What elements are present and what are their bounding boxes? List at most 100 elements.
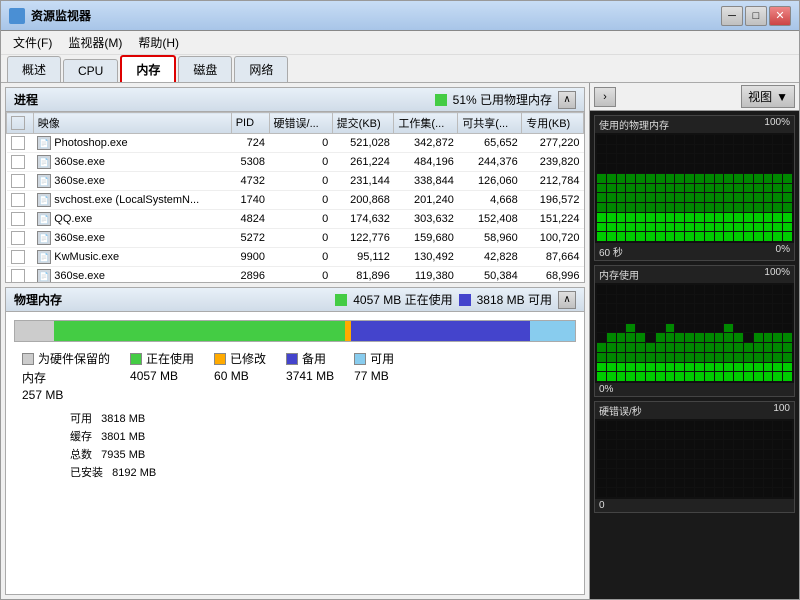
grid-cell xyxy=(734,363,743,372)
col-working[interactable]: 工作集(... xyxy=(394,113,458,134)
graph1-min: 0% xyxy=(776,244,790,259)
grid-cell xyxy=(715,324,724,333)
grid-cell xyxy=(695,285,704,294)
grid-cell xyxy=(666,372,675,381)
grid-cell xyxy=(695,145,704,154)
row-checkbox[interactable] xyxy=(7,229,34,248)
grid-cell xyxy=(597,363,606,372)
grid-cell xyxy=(607,421,616,430)
grid-cell xyxy=(656,304,665,313)
grid-cell xyxy=(705,333,714,342)
grid-cell xyxy=(597,488,606,497)
grid-cell xyxy=(597,440,606,449)
row-name: 📄QQ.exe xyxy=(33,210,231,229)
grid-cell xyxy=(715,154,724,163)
row-shareable: 126,060 xyxy=(458,172,522,191)
memory-collapse-button[interactable]: ∧ xyxy=(558,291,576,309)
row-checkbox[interactable] xyxy=(7,267,34,283)
col-commit[interactable]: 提交(KB) xyxy=(332,113,394,134)
bar-hardware xyxy=(15,321,54,341)
grid-cell xyxy=(754,440,763,449)
grid-cell xyxy=(666,135,675,144)
grid-cell xyxy=(656,295,665,304)
grid-cell xyxy=(666,421,675,430)
grid-cell xyxy=(617,450,626,459)
grid-cell xyxy=(744,154,753,163)
grid-cell xyxy=(734,479,743,488)
row-working: 119,380 xyxy=(394,267,458,283)
grid-cell xyxy=(744,223,753,232)
row-checkbox[interactable] xyxy=(7,134,34,153)
grid-cell xyxy=(666,333,675,342)
graph3-max: 100 xyxy=(773,403,790,418)
grid-cell xyxy=(646,353,655,362)
grid-cell xyxy=(666,460,675,469)
grid-cell xyxy=(734,203,743,212)
grid-cell xyxy=(724,285,733,294)
col-image[interactable]: 映像 xyxy=(33,113,231,134)
row-checkbox[interactable] xyxy=(7,172,34,191)
tab-overview[interactable]: 概述 xyxy=(7,56,61,82)
right-expand-button[interactable]: › xyxy=(594,87,616,107)
menu-help[interactable]: 帮助(H) xyxy=(130,32,187,53)
legend-free: 可用 77 MB xyxy=(354,350,394,402)
grid-cell xyxy=(607,440,616,449)
menu-file[interactable]: 文件(F) xyxy=(5,32,60,53)
grid-cell xyxy=(636,193,645,202)
row-hardfault: 0 xyxy=(269,267,332,283)
process-table-wrapper[interactable]: 映像 PID 硬错误/... 提交(KB) 工作集(... 可共享(... 专用… xyxy=(6,112,584,282)
grid-cell xyxy=(724,488,733,497)
row-checkbox[interactable] xyxy=(7,248,34,267)
table-row[interactable]: 📄360se.exe 4732 0 231,144 338,844 126,06… xyxy=(7,172,584,191)
row-checkbox[interactable] xyxy=(7,153,34,172)
maximize-button[interactable]: □ xyxy=(745,6,767,26)
grid-cell xyxy=(685,431,694,440)
grid-cell xyxy=(695,324,704,333)
tab-cpu[interactable]: CPU xyxy=(63,59,118,82)
row-private: 212,784 xyxy=(522,172,584,191)
col-hardfault[interactable]: 硬错误/... xyxy=(269,113,332,134)
available-icon xyxy=(459,294,471,306)
menu-monitor[interactable]: 监视器(M) xyxy=(60,32,130,53)
grid-cell xyxy=(705,295,714,304)
grid-cell xyxy=(656,488,665,497)
table-row[interactable]: 📄QQ.exe 4824 0 174,632 303,632 152,408 1… xyxy=(7,210,584,229)
close-button[interactable]: ✕ xyxy=(769,6,791,26)
table-row[interactable]: 📄360se.exe 5272 0 122,776 159,680 58,960… xyxy=(7,229,584,248)
grid-cell xyxy=(773,353,782,362)
grid-cell xyxy=(764,285,773,294)
tab-memory[interactable]: 内存 xyxy=(120,55,176,82)
table-row[interactable]: 📄360se.exe 5308 0 261,224 484,196 244,37… xyxy=(7,153,584,172)
row-checkbox[interactable] xyxy=(7,191,34,210)
grid-cell xyxy=(607,343,616,352)
tab-disk[interactable]: 磁盘 xyxy=(178,56,232,82)
grid-cell xyxy=(695,488,704,497)
col-pid[interactable]: PID xyxy=(231,113,269,134)
grid-cell xyxy=(724,324,733,333)
process-collapse-button[interactable]: ∧ xyxy=(558,91,576,109)
row-name: 📄360se.exe xyxy=(33,229,231,248)
grid-cell xyxy=(724,333,733,342)
view-button[interactable]: 视图 ▼ xyxy=(741,85,795,108)
grid-cell xyxy=(734,184,743,193)
minimize-button[interactable]: ─ xyxy=(721,6,743,26)
grid-cell xyxy=(656,363,665,372)
grid-cell xyxy=(764,203,773,212)
tab-network[interactable]: 网络 xyxy=(234,56,288,82)
grid-cell xyxy=(695,460,704,469)
grid-cell xyxy=(695,154,704,163)
grid-cell xyxy=(656,343,665,352)
col-shareable[interactable]: 可共享(... xyxy=(458,113,522,134)
table-row[interactable]: 📄360se.exe 2896 0 81,896 119,380 50,384 … xyxy=(7,267,584,283)
table-row[interactable]: 📄Photoshop.exe 724 0 521,028 342,872 65,… xyxy=(7,134,584,153)
table-row[interactable]: 📄KwMusic.exe 9900 0 95,112 130,492 42,82… xyxy=(7,248,584,267)
grid-cell xyxy=(734,164,743,173)
grid-cell xyxy=(675,469,684,478)
grid-cell xyxy=(734,372,743,381)
grid-cell xyxy=(646,488,655,497)
app-icon xyxy=(9,8,25,24)
grid-cell xyxy=(773,440,782,449)
col-private[interactable]: 专用(KB) xyxy=(522,113,584,134)
row-checkbox[interactable] xyxy=(7,210,34,229)
table-row[interactable]: 📄svchost.exe (LocalSystemN... 1740 0 200… xyxy=(7,191,584,210)
